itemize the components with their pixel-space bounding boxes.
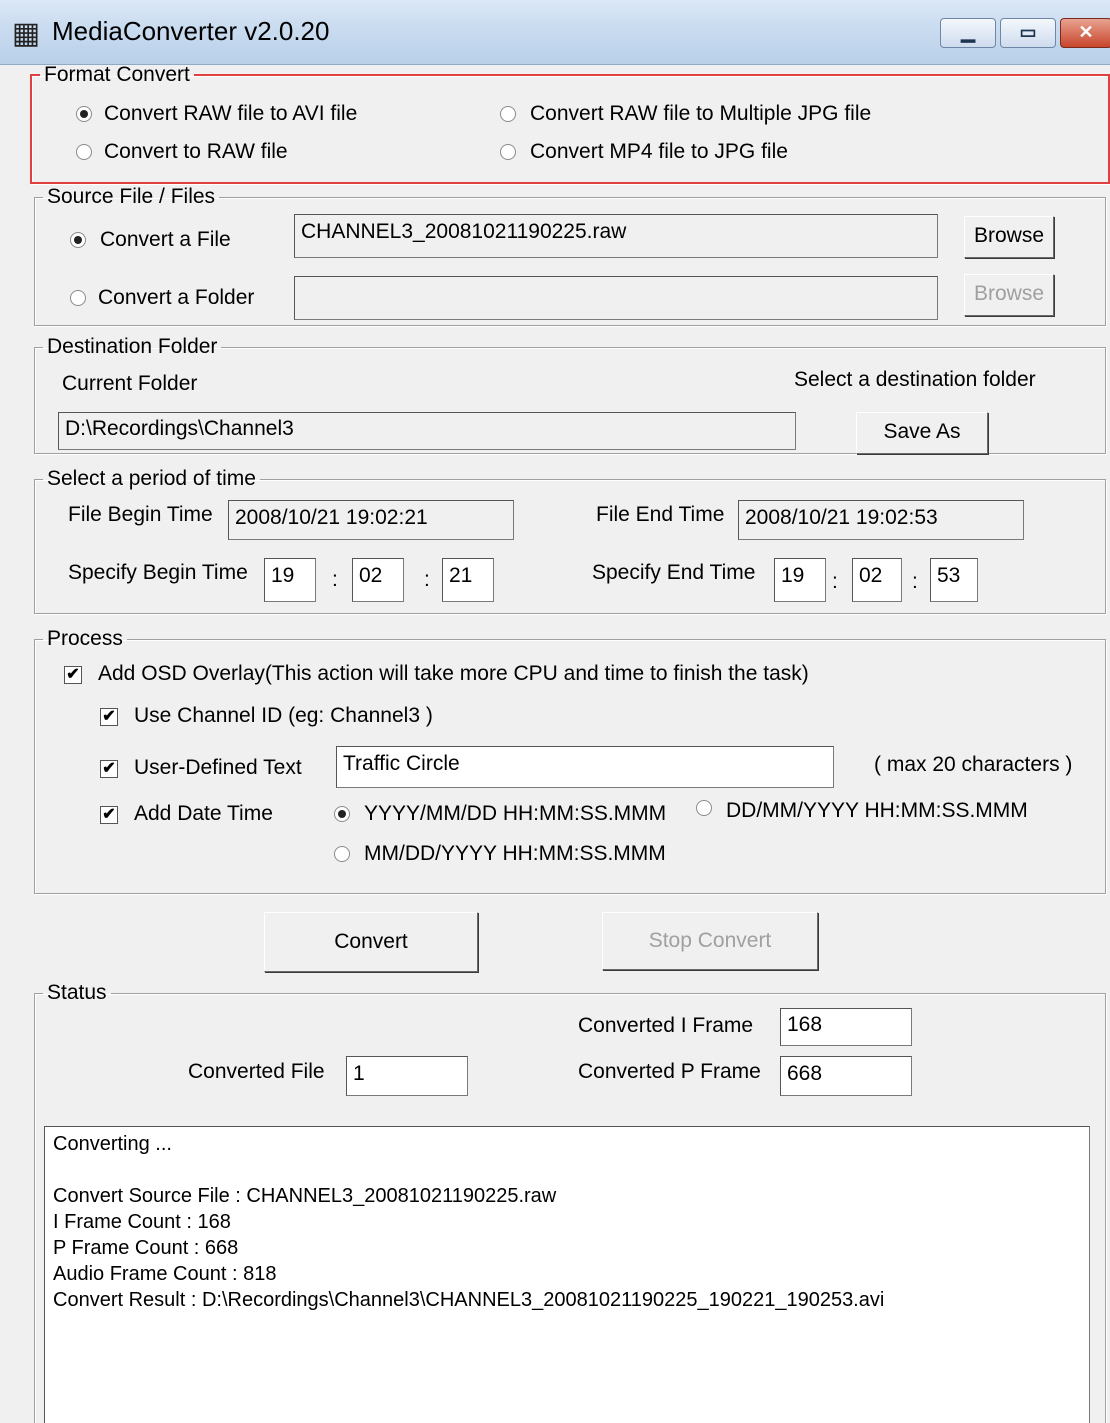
channel-id-checkbox[interactable]: ✔ <box>100 708 118 726</box>
source-files-legend: Source File / Files <box>47 185 216 208</box>
convert-button[interactable]: Convert <box>264 912 478 972</box>
period-legend: Select a period of time <box>47 467 256 490</box>
source-folder-field[interactable] <box>294 276 938 320</box>
begin-minute-field[interactable]: 02 <box>352 558 404 602</box>
end-hour-field[interactable]: 19 <box>774 558 826 602</box>
browse-folder-button[interactable]: Browse <box>964 274 1054 316</box>
end-minute-field[interactable]: 02 <box>852 558 902 602</box>
radio-raw-to-jpg-label: Convert RAW file to Multiple JPG file <box>530 102 872 125</box>
conversion-log[interactable]: Converting ... Convert Source File : CHA… <box>44 1126 1090 1423</box>
radio-date-ymd-label: YYYY/MM/DD HH:MM:SS.MMM <box>364 802 667 825</box>
converted-p-frame-field[interactable]: 668 <box>780 1056 912 1096</box>
maximize-icon: ▭ <box>1019 22 1037 42</box>
radio-convert-file[interactable] <box>70 232 86 248</box>
date-time-label: Add Date Time <box>134 802 273 825</box>
begin-colon-2: : <box>424 568 430 591</box>
log-line: Audio Frame Count : 818 <box>53 1263 277 1285</box>
specify-end-time-label: Specify End Time <box>592 561 756 584</box>
save-as-button[interactable]: Save As <box>856 412 988 454</box>
user-text-input[interactable]: Traffic Circle <box>336 746 834 788</box>
stop-convert-button[interactable]: Stop Convert <box>602 912 818 970</box>
radio-raw-to-avi[interactable] <box>76 106 92 122</box>
specify-begin-time-label: Specify Begin Time <box>68 561 248 584</box>
file-end-time-label: File End Time <box>596 503 725 526</box>
end-colon-2: : <box>912 570 918 593</box>
minimize-button[interactable]: ▁ <box>940 18 996 48</box>
date-time-checkbox[interactable]: ✔ <box>100 806 118 824</box>
converted-p-frame-label: Converted P Frame <box>578 1060 761 1083</box>
osd-overlay-label: Add OSD Overlay(This action will take mo… <box>98 662 809 685</box>
converted-i-frame-label: Converted I Frame <box>578 1014 754 1037</box>
maximize-button[interactable]: ▭ <box>1000 18 1056 48</box>
destination-path-field[interactable]: D:\Recordings\Channel3 <box>58 412 796 450</box>
radio-raw-to-jpg[interactable] <box>500 106 516 122</box>
current-folder-label: Current Folder <box>62 372 198 395</box>
radio-mp4-to-jpg-label: Convert MP4 file to JPG file <box>530 140 788 163</box>
file-end-time-field[interactable]: 2008/10/21 19:02:53 <box>738 500 1024 540</box>
radio-to-raw[interactable] <box>76 144 92 160</box>
converted-file-label: Converted File <box>188 1060 325 1083</box>
radio-convert-folder[interactable] <box>70 290 86 306</box>
log-line: Converting ... <box>53 1133 172 1155</box>
end-colon-1: : <box>832 570 838 593</box>
radio-convert-file-label: Convert a File <box>100 228 231 251</box>
radio-date-dmy[interactable] <box>696 800 712 816</box>
file-begin-time-field[interactable]: 2008/10/21 19:02:21 <box>228 500 514 540</box>
log-line: P Frame Count : 668 <box>53 1237 239 1259</box>
close-icon: ✕ <box>1078 22 1094 42</box>
end-second-field[interactable]: 53 <box>930 558 978 602</box>
minimize-icon: ▁ <box>961 22 975 42</box>
max-characters-hint: ( max 20 characters ) <box>874 753 1073 776</box>
destination-legend: Destination Folder <box>47 335 218 358</box>
radio-date-dmy-label: DD/MM/YYYY HH:MM:SS.MMM <box>726 799 1028 822</box>
radio-convert-folder-label: Convert a Folder <box>98 286 255 309</box>
window-title: MediaConverter v2.0.20 <box>52 16 330 46</box>
radio-date-mdy-label: MM/DD/YYYY HH:MM:SS.MMM <box>364 842 666 865</box>
osd-overlay-checkbox[interactable]: ✔ <box>64 666 82 684</box>
title-bar[interactable]: ▦ MediaConverter v2.0.20 ▁ ▭ ✕ <box>0 0 1110 65</box>
radio-date-mdy[interactable] <box>334 846 350 862</box>
converted-i-frame-field[interactable]: 168 <box>780 1008 912 1046</box>
user-text-checkbox[interactable]: ✔ <box>100 760 118 778</box>
close-button[interactable]: ✕ <box>1060 18 1110 48</box>
log-line: Convert Result : D:\Recordings\Channel3\… <box>53 1289 885 1311</box>
radio-to-raw-label: Convert to RAW file <box>104 140 288 163</box>
browse-file-button[interactable]: Browse <box>964 216 1054 258</box>
select-destination-label: Select a destination folder <box>794 368 1036 391</box>
log-line: Convert Source File : CHANNEL3_200810211… <box>53 1185 557 1207</box>
source-file-field[interactable]: CHANNEL3_20081021190225.raw <box>294 214 938 258</box>
begin-second-field[interactable]: 21 <box>442 558 494 602</box>
channel-id-label: Use Channel ID (eg: Channel3 ) <box>134 704 433 727</box>
app-icon: ▦ <box>11 17 41 50</box>
log-line: I Frame Count : 168 <box>53 1211 231 1233</box>
converted-file-field[interactable]: 1 <box>346 1056 468 1096</box>
format-convert-legend: Format Convert <box>44 63 190 86</box>
radio-mp4-to-jpg[interactable] <box>500 144 516 160</box>
status-legend: Status <box>47 981 107 1004</box>
media-converter-window: ▦ MediaConverter v2.0.20 ▁ ▭ ✕ Format Co… <box>0 0 1110 1423</box>
begin-hour-field[interactable]: 19 <box>264 558 316 602</box>
radio-date-ymd[interactable] <box>334 806 350 822</box>
file-begin-time-label: File Begin Time <box>68 503 213 526</box>
user-text-label: User-Defined Text <box>134 756 302 779</box>
radio-raw-to-avi-label: Convert RAW file to AVI file <box>104 102 358 125</box>
process-legend: Process <box>47 627 123 650</box>
begin-colon-1: : <box>332 568 338 591</box>
